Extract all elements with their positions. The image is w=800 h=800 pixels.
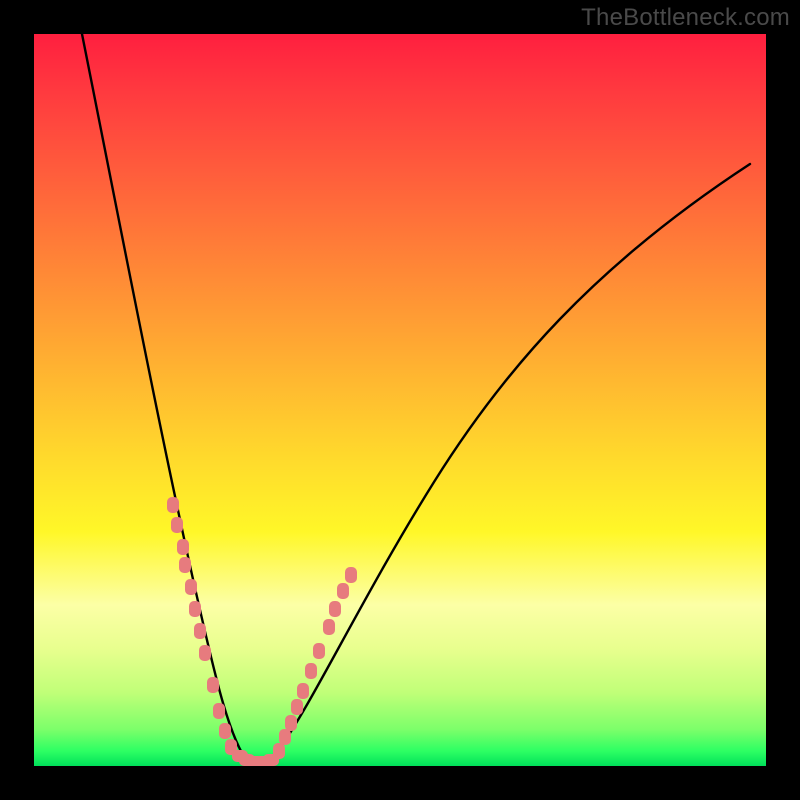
marker-cluster-bottom	[232, 750, 279, 766]
marker-cluster-right	[273, 567, 357, 759]
watermark-text: TheBottleneck.com	[581, 4, 790, 32]
curve-layer	[34, 34, 766, 766]
bottleneck-curve	[82, 34, 750, 766]
plot-area	[34, 34, 766, 766]
chart-frame: TheBottleneck.com	[0, 0, 800, 800]
